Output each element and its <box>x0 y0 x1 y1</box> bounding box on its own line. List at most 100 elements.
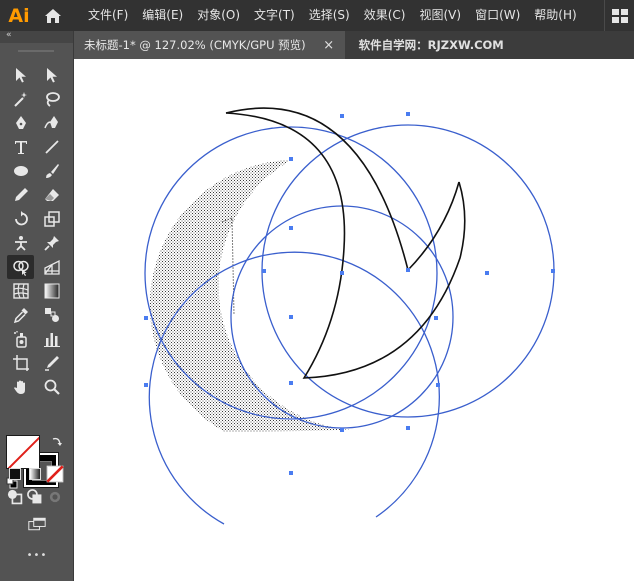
pen-tool[interactable] <box>9 112 33 134</box>
magnifier-icon <box>44 379 60 395</box>
anchor-point[interactable] <box>340 114 344 118</box>
shaper-tool[interactable] <box>9 184 33 206</box>
anchor-point[interactable] <box>434 316 438 320</box>
anchor-point[interactable] <box>289 471 293 475</box>
panel-grip[interactable] <box>0 43 73 60</box>
lasso-tool[interactable] <box>40 88 64 110</box>
arrow-white-icon <box>47 68 57 83</box>
menu-effect[interactable]: 效果(C) <box>357 0 413 31</box>
gradient-tool[interactable] <box>40 280 64 302</box>
scale-icon <box>44 211 60 227</box>
fill-swatch[interactable] <box>6 435 40 469</box>
anchor-point[interactable] <box>436 383 440 387</box>
pin-icon <box>44 236 59 251</box>
anchor-point[interactable] <box>406 112 410 116</box>
none-mode-button[interactable] <box>45 465 65 483</box>
draw-inside-button[interactable] <box>45 488 65 506</box>
mesh-tool[interactable] <box>9 280 33 302</box>
document-tab-active[interactable]: 未标题-1* @ 127.02% (CMYK/GPU 预览) × <box>74 31 345 59</box>
eyedropper-tool[interactable] <box>9 304 33 326</box>
artboard-tool[interactable] <box>9 352 33 374</box>
rotate-icon <box>15 211 28 226</box>
anchor-point[interactable] <box>144 383 148 387</box>
swap-fill-stroke-icon[interactable] <box>51 436 63 448</box>
workspace-switcher-button[interactable] <box>604 0 634 31</box>
eraser-icon <box>45 189 59 201</box>
direct-selection-tool[interactable] <box>40 64 64 86</box>
anchor-point[interactable] <box>289 381 293 385</box>
anchor-point[interactable] <box>485 271 489 275</box>
moon-outline <box>225 107 466 379</box>
menu-file[interactable]: 文件(F) <box>81 0 135 31</box>
home-button[interactable] <box>38 0 68 31</box>
shape-builder-tool[interactable] <box>7 255 34 279</box>
anchor-point[interactable] <box>406 268 410 272</box>
menu-select[interactable]: 选择(S) <box>302 0 357 31</box>
artboard-canvas[interactable] <box>74 59 634 581</box>
anchor-point[interactable] <box>289 157 293 161</box>
pen-nib-icon <box>16 116 26 129</box>
draw-normal-icon <box>7 489 23 505</box>
menu-items: 文件(F) 编辑(E) 对象(O) 文字(T) 选择(S) 效果(C) 视图(V… <box>81 0 584 31</box>
eraser-tool[interactable] <box>40 184 64 206</box>
ellipse-icon <box>14 166 28 176</box>
anchor-point[interactable] <box>262 269 266 273</box>
draw-behind-icon <box>27 489 42 504</box>
anchor-point[interactable] <box>551 269 555 273</box>
app-logo: Ai <box>8 4 30 27</box>
selection-tool[interactable] <box>9 64 33 86</box>
watermark-tab-title: 软件自学网：RJZXW.COM <box>358 38 504 52</box>
paintbrush-tool[interactable] <box>40 160 64 182</box>
collapse-icon[interactable]: « <box>6 30 11 40</box>
line-segment-tool[interactable] <box>40 136 64 158</box>
anchor-point[interactable] <box>289 226 293 230</box>
curvature-tool[interactable] <box>40 112 64 134</box>
shaper-pencil-icon <box>15 188 28 201</box>
hand-icon <box>14 380 25 394</box>
slice-tool[interactable] <box>40 352 64 374</box>
pin-tool[interactable] <box>40 232 64 254</box>
home-icon <box>45 8 61 23</box>
draw-inside-icon <box>49 491 61 503</box>
scale-tool[interactable] <box>40 208 64 230</box>
anchor-point[interactable] <box>340 428 344 432</box>
document-tab-title: 未标题-1* @ 127.02% (CMYK/GPU 预览) <box>84 38 306 52</box>
menu-help[interactable]: 帮助(H) <box>527 0 583 31</box>
document-tab-watermark[interactable]: 软件自学网：RJZXW.COM <box>345 31 518 59</box>
anchor-point[interactable] <box>289 315 293 319</box>
gradient-swatch-icon <box>29 468 41 480</box>
type-t-icon <box>15 141 27 154</box>
moon-inner-curve[interactable] <box>225 107 460 272</box>
screen-mode-button[interactable] <box>24 514 50 534</box>
draw-behind-button[interactable] <box>25 488 45 506</box>
zoom-tool[interactable] <box>40 376 64 398</box>
artwork <box>144 107 555 525</box>
perspective-grid-tool[interactable] <box>40 256 64 278</box>
menu-object[interactable]: 对象(O) <box>190 0 247 31</box>
none-icon <box>46 465 64 483</box>
magic-wand-tool[interactable] <box>9 88 33 110</box>
menu-window[interactable]: 窗口(W) <box>468 0 527 31</box>
menu-edit[interactable]: 编辑(E) <box>135 0 190 31</box>
bar-chart-icon <box>44 333 60 347</box>
blend-tool[interactable] <box>40 304 64 326</box>
symbol-sprayer-tool[interactable] <box>9 328 33 350</box>
edit-toolbar-button[interactable]: ••• <box>22 550 52 561</box>
gradient-mode-button[interactable] <box>25 465 45 483</box>
type-tool[interactable] <box>9 136 33 158</box>
spray-can-icon <box>14 331 27 348</box>
rotate-tool[interactable] <box>9 208 33 230</box>
puppet-warp-tool[interactable] <box>9 232 33 254</box>
anchor-point[interactable] <box>406 426 410 430</box>
anchor-point[interactable] <box>340 271 344 275</box>
menu-view[interactable]: 视图(V) <box>412 0 468 31</box>
anchor-point[interactable] <box>144 316 148 320</box>
ellipse-tool[interactable] <box>9 160 33 182</box>
eyedropper-icon <box>13 308 28 324</box>
hand-tool[interactable] <box>9 376 33 398</box>
color-mode-button[interactable] <box>5 465 25 483</box>
column-graph-tool[interactable] <box>40 328 64 350</box>
draw-normal-button[interactable] <box>5 488 25 506</box>
close-icon[interactable]: × <box>323 38 335 53</box>
menu-type[interactable]: 文字(T) <box>247 0 302 31</box>
